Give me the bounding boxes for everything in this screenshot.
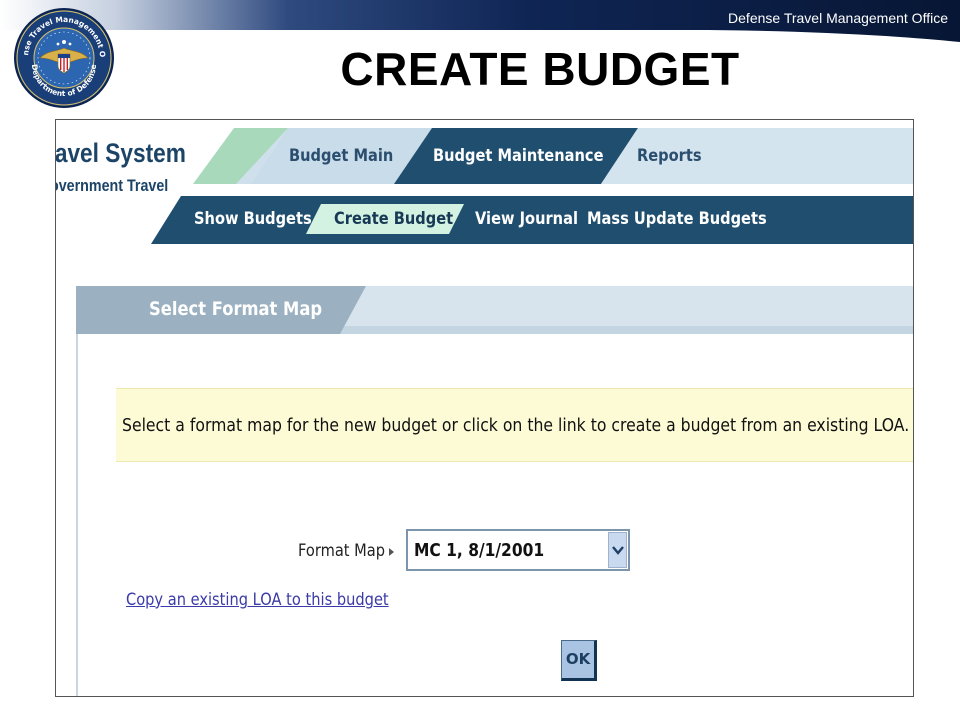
tab-budget-maintenance[interactable]: Budget Maintenance <box>433 146 603 166</box>
app-brand-title: ravel System <box>55 138 186 168</box>
subtab-mass-update-budgets[interactable]: Mass Update Budgets <box>587 209 767 229</box>
format-map-select[interactable]: MC 1, 8/1/2001 <box>406 529 630 571</box>
subtab-view-journal[interactable]: View Journal <box>475 209 578 229</box>
office-name: Defense Travel Management Office <box>728 10 948 26</box>
tab-reports[interactable]: Reports <box>637 146 702 166</box>
app-screenshot: ravel System overnment Travel Budget Mai… <box>55 119 914 697</box>
content-border <box>76 334 78 696</box>
format-map-label: Format Map <box>298 541 386 561</box>
app-brand-subtitle: overnment Travel <box>55 176 169 195</box>
chevron-down-icon <box>612 546 624 555</box>
section-title: Select Format Map <box>149 298 323 320</box>
ok-button[interactable]: OK <box>561 640 597 681</box>
subtab-show-budgets[interactable]: Show Budgets <box>194 209 312 229</box>
caret-right-icon <box>389 548 394 556</box>
copy-loa-link[interactable]: Copy an existing LOA to this budget <box>126 590 389 610</box>
tab-budget-main[interactable]: Budget Main <box>289 146 393 166</box>
slide-title: CREATE BUDGET <box>340 43 740 95</box>
subtab-create-budget[interactable]: Create Budget <box>334 209 453 229</box>
instructions-banner: Select a format map for the new budget o… <box>116 388 913 462</box>
dropdown-button[interactable] <box>608 532 627 568</box>
instructions-text: Select a format map for the new budget o… <box>122 415 910 436</box>
format-map-value: MC 1, 8/1/2001 <box>414 540 545 561</box>
